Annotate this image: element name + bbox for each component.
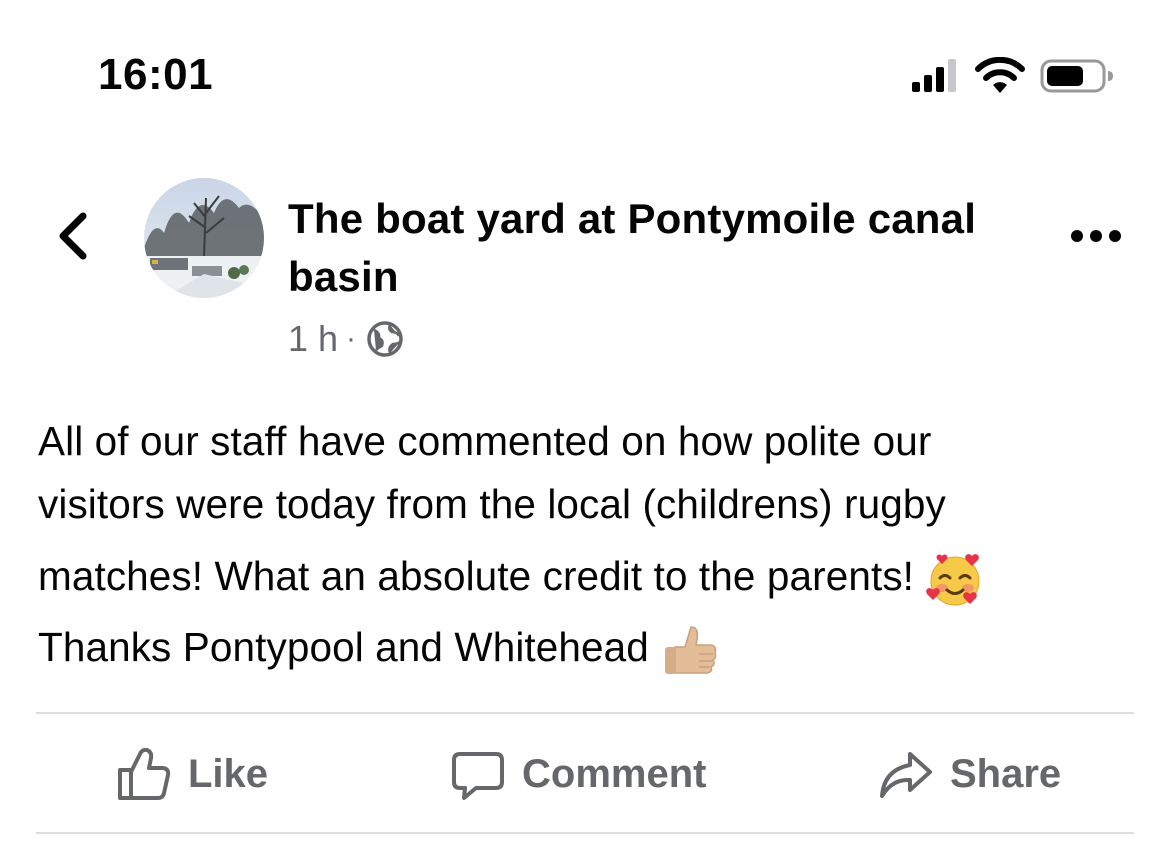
post-text: All of our staff have commented on how p… [38, 410, 1138, 679]
ellipsis-icon [1071, 230, 1121, 242]
meta-separator: · [346, 322, 357, 355]
wifi-icon [975, 57, 1025, 93]
comment-label: Comment [522, 751, 707, 796]
status-icons [912, 56, 1114, 96]
post-time[interactable]: 1 h [288, 318, 338, 360]
comment-bubble-icon [452, 752, 504, 800]
action-bar: Like Comment Share [36, 716, 1134, 832]
post-line-with-emoji: matches! What an absolute credit to the … [38, 536, 1138, 616]
post-line: matches! What an absolute credit to the … [38, 553, 915, 599]
comment-button[interactable]: Comment [450, 716, 706, 832]
more-options-button[interactable] [1066, 214, 1126, 258]
post-line: visitors were today from the local (chil… [38, 481, 946, 527]
page-name[interactable]: The boat yard at Pontymoile canal basin [288, 190, 988, 306]
thumbs-up-outline-icon [118, 747, 171, 800]
battery-icon [1040, 59, 1113, 93]
share-label: Share [950, 751, 1062, 796]
post-line: Thanks Pontypool and Whitehead [38, 624, 649, 670]
like-button[interactable]: Like [116, 716, 268, 832]
signal-icon [912, 59, 956, 92]
post-line-with-emoji: Thanks Pontypool and Whitehead [38, 616, 1138, 679]
avatar[interactable] [144, 178, 264, 298]
post-meta: 1 h · [288, 314, 404, 364]
chevron-left-icon [59, 212, 87, 260]
status-time: 16:01 [98, 50, 214, 99]
back-button[interactable] [44, 206, 100, 266]
globe-icon [367, 321, 403, 357]
share-button[interactable]: Share [878, 716, 1061, 832]
avatar-image [144, 178, 264, 298]
divider-bottom [36, 832, 1134, 834]
thumbs-up-icon [664, 626, 717, 675]
share-arrow-icon [880, 752, 932, 798]
like-label: Like [188, 751, 269, 796]
post-line: All of our staff have commented on how p… [38, 418, 932, 464]
smiling-face-with-hearts-icon [926, 554, 980, 606]
divider-top [36, 712, 1134, 714]
